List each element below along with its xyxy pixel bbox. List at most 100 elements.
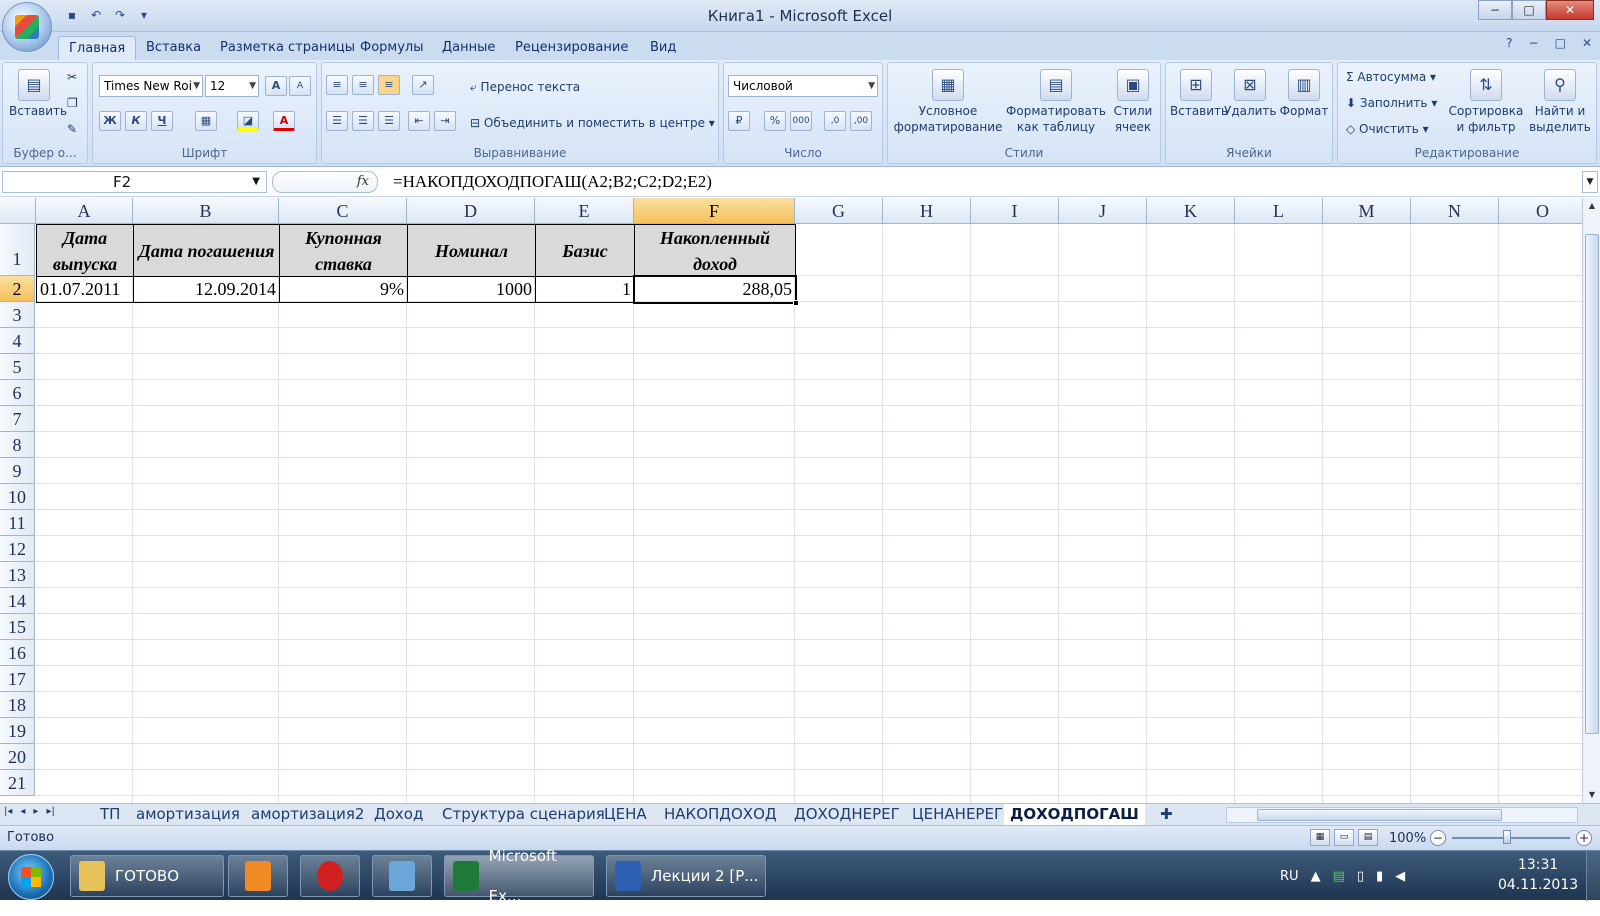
fill-color-button[interactable]: ◪ <box>237 111 259 131</box>
row-header-7[interactable]: 7 <box>0 406 35 432</box>
decrease-decimal-button[interactable]: ,00 <box>850 111 872 131</box>
tab-view[interactable]: Вид <box>640 36 686 60</box>
column-header-f[interactable]: F <box>634 198 795 224</box>
column-header-m[interactable]: M <box>1323 198 1411 224</box>
insert-function-icon[interactable]: fx <box>357 174 369 189</box>
page-layout-view-icon[interactable]: ▭ <box>1334 829 1354 846</box>
tab-home[interactable]: Главная <box>58 36 137 60</box>
prev-sheet-icon[interactable]: ◂ <box>20 806 25 817</box>
decrease-indent-icon[interactable]: ⇤ <box>408 111 430 131</box>
network-flag-icon[interactable]: ▤ <box>1333 869 1345 884</box>
column-header-c[interactable]: C <box>279 198 407 224</box>
header-cell-issue-date[interactable]: Дата выпуска <box>36 224 134 277</box>
insert-sheet-icon[interactable]: ✚ <box>1154 804 1179 825</box>
normal-view-icon[interactable]: ▦ <box>1310 829 1330 846</box>
sheet-tab[interactable]: НАКОПДОХОД <box>658 804 783 825</box>
row-header-15[interactable]: 15 <box>0 614 35 640</box>
row-header-1[interactable]: 1 <box>0 224 35 276</box>
sort-filter-button[interactable]: ⇅ Сортировка и фильтр <box>1448 69 1524 135</box>
zoom-slider[interactable] <box>1452 837 1570 839</box>
taskbar-item-word[interactable]: Лекции 2 [Р... <box>606 855 766 897</box>
row-header-18[interactable]: 18 <box>0 692 35 718</box>
cell-styles-button[interactable]: ▣ Стили ячеек <box>1108 69 1158 135</box>
header-cell-coupon-rate[interactable]: Купонная ставка <box>279 224 408 277</box>
paste-button[interactable]: ▤ Вставить <box>9 69 67 119</box>
fill-button[interactable]: ⬇ Заполнить ▾ <box>1346 95 1437 111</box>
bold-button[interactable]: Ж <box>99 111 121 131</box>
last-sheet-icon[interactable]: ▸| <box>46 806 54 817</box>
increase-indent-icon[interactable]: ⇥ <box>434 111 456 131</box>
select-all-corner[interactable] <box>0 198 36 224</box>
next-sheet-icon[interactable]: ▸ <box>33 806 38 817</box>
vertical-scroll-thumb[interactable] <box>1585 234 1599 734</box>
language-indicator[interactable]: RU <box>1280 869 1299 884</box>
font-family-select[interactable]: Times New Roi ▼ <box>99 75 203 97</box>
row-header-17[interactable]: 17 <box>0 666 35 692</box>
cut-icon[interactable]: ✂ <box>67 69 77 85</box>
grow-font-button[interactable]: A <box>265 76 287 96</box>
header-cell-accrued-income[interactable]: Накопленный доход <box>634 224 796 277</box>
expand-formula-bar-icon[interactable]: ▼ <box>1582 171 1598 193</box>
zoom-in-icon[interactable]: + <box>1576 830 1592 846</box>
align-top-icon[interactable]: ≡ <box>326 75 348 95</box>
tab-data[interactable]: Данные <box>432 36 505 60</box>
zoom-slider-thumb[interactable] <box>1503 830 1511 844</box>
row-header-13[interactable]: 13 <box>0 562 35 588</box>
sheet-tab[interactable]: ЦЕНАНЕРЕГ <box>906 804 1009 825</box>
increase-decimal-button[interactable]: ,0 <box>824 111 846 131</box>
header-cell-maturity-date[interactable]: Дата погашения <box>133 224 280 277</box>
sheet-tab[interactable]: Доход <box>368 804 429 825</box>
column-header-a[interactable]: A <box>36 198 133 224</box>
row-header-6[interactable]: 6 <box>0 380 35 406</box>
column-header-h[interactable]: H <box>883 198 971 224</box>
fill-handle[interactable] <box>793 300 799 306</box>
sheet-tab[interactable]: амортизация2 <box>245 804 370 825</box>
scroll-down-icon[interactable]: ▼ <box>1584 787 1600 803</box>
tab-review[interactable]: Рецензирование <box>505 36 638 60</box>
device-icon[interactable]: ▯ <box>1357 869 1364 884</box>
font-size-select[interactable]: 12 ▼ <box>205 75 259 97</box>
column-header-n[interactable]: N <box>1411 198 1499 224</box>
close-button[interactable]: ✕ <box>1546 0 1594 20</box>
row-header-9[interactable]: 9 <box>0 458 35 484</box>
row-header-16[interactable]: 16 <box>0 640 35 666</box>
maximize-button[interactable]: □ <box>1512 0 1546 20</box>
start-button[interactable] <box>8 854 54 900</box>
data-cell-basis[interactable]: 1 <box>535 276 635 303</box>
sheet-tab[interactable]: Структура сценария <box>436 804 611 825</box>
column-header-k[interactable]: K <box>1147 198 1235 224</box>
font-color-button[interactable]: A <box>273 111 295 131</box>
row-header-11[interactable]: 11 <box>0 510 35 536</box>
header-cell-basis[interactable]: Базис <box>535 224 635 277</box>
signal-icon[interactable]: ▮ <box>1376 869 1383 884</box>
tab-insert[interactable]: Вставка <box>136 36 211 60</box>
autosum-button[interactable]: Σ Автосумма ▾ <box>1346 69 1436 85</box>
shrink-font-button[interactable]: A <box>289 76 311 96</box>
horizontal-scrollbar[interactable] <box>1226 807 1578 823</box>
taskbar-item-excel[interactable]: Microsoft Ex... <box>444 847 594 905</box>
format-painter-icon[interactable]: ✎ <box>67 121 77 137</box>
find-select-button[interactable]: ⚲ Найти и выделить <box>1526 69 1594 135</box>
delete-cells-button[interactable]: ⊠ Удалить <box>1224 69 1277 119</box>
wrap-text-button[interactable]: ⤶ Перенос текста <box>470 79 580 95</box>
row-header-14[interactable]: 14 <box>0 588 35 614</box>
sheet-tab[interactable]: амортизация <box>130 804 246 825</box>
formula-input[interactable]: =НАКОПДОХОДПОГАШ(A2;B2;C2;D2;E2) <box>393 172 712 192</box>
vertical-scrollbar[interactable]: ▲ ▼ <box>1582 198 1600 803</box>
taskbar-item-folder[interactable]: ГОТОВО <box>70 855 224 897</box>
copy-icon[interactable]: ❐ <box>67 95 78 111</box>
column-header-i[interactable]: I <box>971 198 1059 224</box>
row-header-4[interactable]: 4 <box>0 328 35 354</box>
taskbar-item-pictures[interactable] <box>372 855 432 897</box>
first-sheet-icon[interactable]: |◂ <box>4 806 12 817</box>
name-box[interactable]: F2 ▼ <box>2 171 267 193</box>
sheet-tab[interactable]: ДОХОДПОГАШ <box>1004 804 1145 825</box>
horizontal-scroll-thumb[interactable] <box>1257 809 1502 821</box>
data-cell-face-value[interactable]: 1000 <box>407 276 536 303</box>
zoom-level[interactable]: 100% <box>1389 831 1426 846</box>
row-header-10[interactable]: 10 <box>0 484 35 510</box>
row-header-5[interactable]: 5 <box>0 354 35 380</box>
zoom-out-icon[interactable]: − <box>1430 830 1446 846</box>
align-bottom-icon[interactable]: ≡ <box>378 75 400 95</box>
row-header-12[interactable]: 12 <box>0 536 35 562</box>
